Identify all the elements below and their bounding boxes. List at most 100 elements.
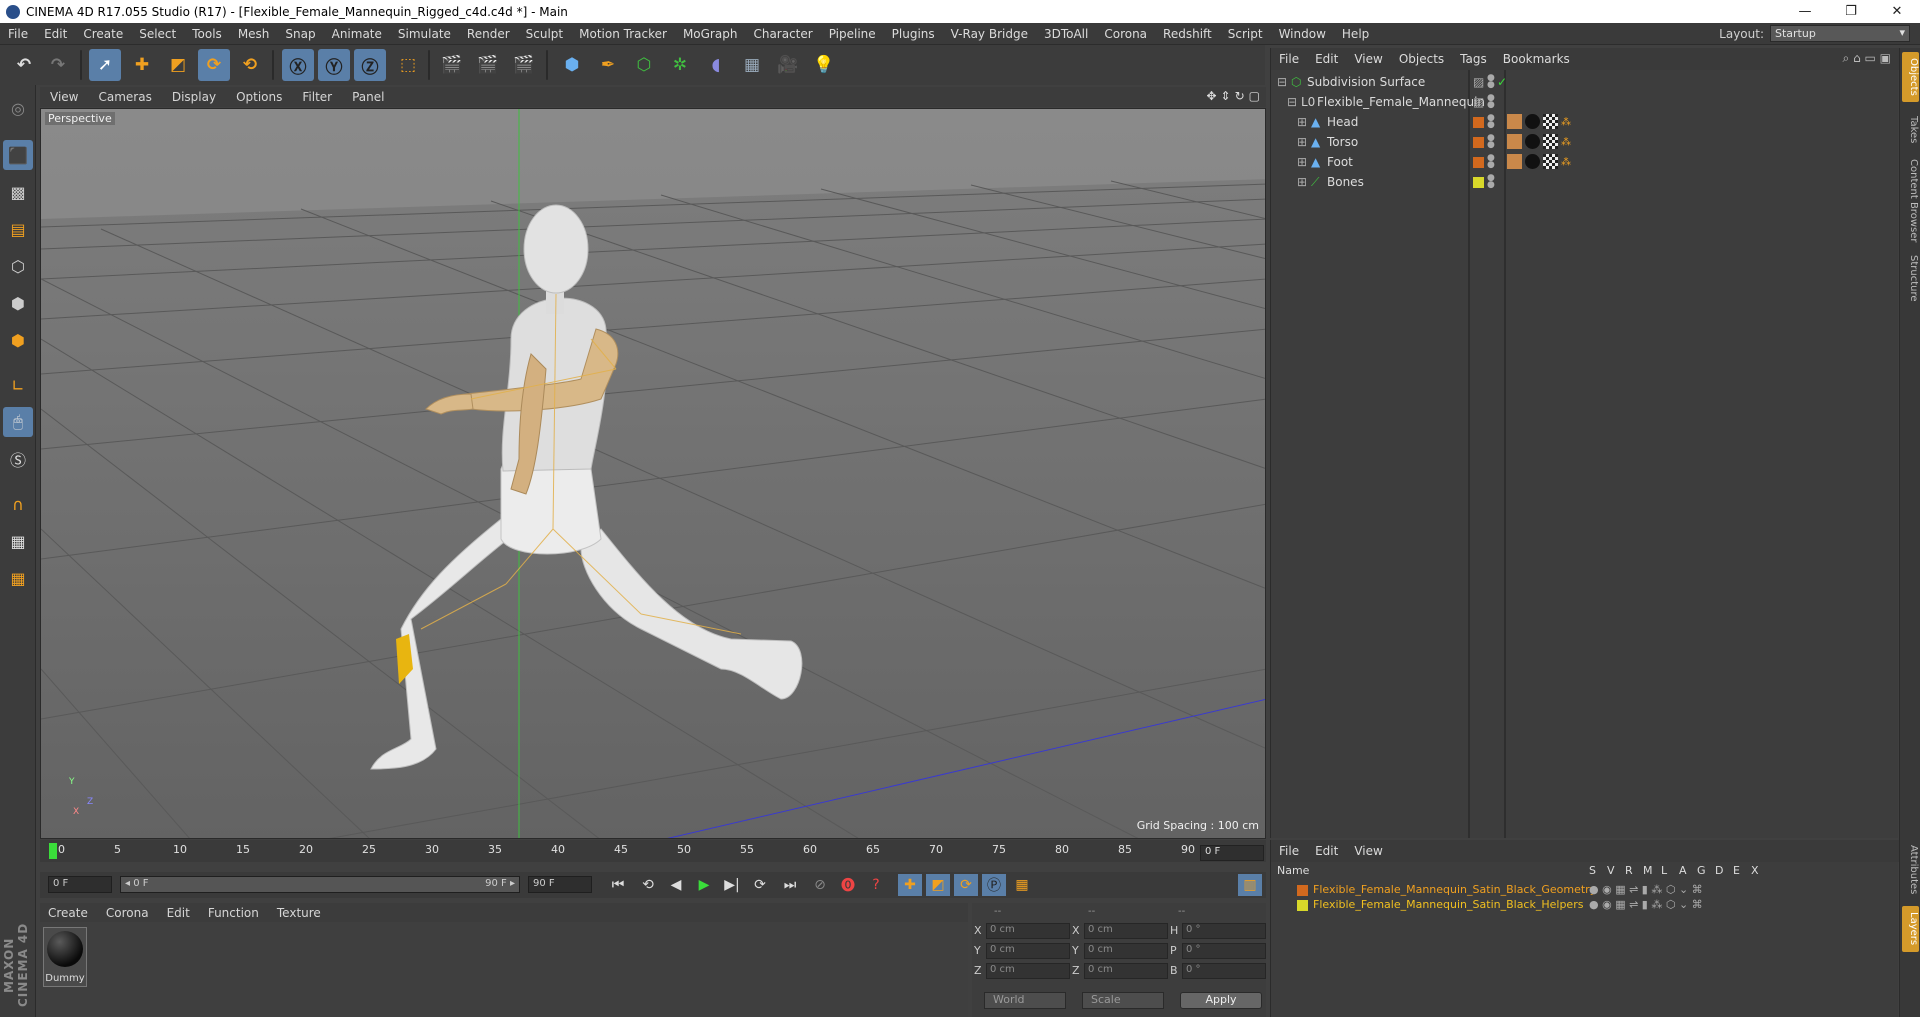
menu-script[interactable]: Script	[1220, 27, 1271, 41]
recent-tools-icon[interactable]: ⟲	[234, 49, 266, 81]
coordinate-system-icon[interactable]: ⬚	[392, 49, 424, 81]
position-key-icon[interactable]: ✚	[898, 874, 922, 896]
render-view-icon[interactable]: 🎬	[436, 49, 468, 81]
move-icon[interactable]: ✚	[126, 49, 158, 81]
start-frame-field[interactable]: 0 F	[48, 876, 112, 893]
parameter-key-icon[interactable]: Ⓟ	[982, 874, 1006, 896]
visibility-dots-icon[interactable]: ● ●	[1487, 94, 1495, 110]
object-row-bones[interactable]: ⊞ ⟋ Bones ● ●	[1271, 172, 1899, 192]
viewport-menu-panel[interactable]: Panel	[342, 90, 394, 104]
coord-rot-b-field[interactable]: 0 °	[1182, 963, 1266, 979]
menu-edit[interactable]: Edit	[36, 27, 75, 41]
tab-layers[interactable]: Layers	[1902, 906, 1919, 952]
objects-menu-view[interactable]: View	[1346, 52, 1390, 66]
objects-menu-edit[interactable]: Edit	[1307, 52, 1346, 66]
quantize-icon[interactable]: ▦	[3, 563, 33, 593]
apply-button[interactable]: Apply	[1180, 992, 1262, 1009]
material-tag-icon[interactable]	[1525, 114, 1540, 129]
autokeying-icon[interactable]: ⓿	[836, 874, 860, 896]
layers-menu-view[interactable]: View	[1346, 844, 1390, 858]
coord-rot-h-field[interactable]: 0 °	[1182, 923, 1266, 939]
next-frame-icon[interactable]: ▶|	[720, 874, 744, 896]
light-icon[interactable]: 💡	[808, 49, 840, 81]
texture-tag-icon[interactable]	[1543, 114, 1558, 129]
timeline-ruler[interactable]: 0 5 10 15 20 25 30 35 40 45 50 55 60 65 …	[40, 840, 1266, 862]
coord-size-z-field[interactable]: 0 cm	[1084, 963, 1168, 979]
viewport-menu-filter[interactable]: Filter	[292, 90, 342, 104]
material-tag-icon[interactable]	[1525, 134, 1540, 149]
layer-name[interactable]: Flexible_Female_Mannequin_Satin_Black_Ge…	[1313, 883, 1596, 896]
restore-button[interactable]: ❐	[1828, 0, 1874, 23]
texture-tag-icon[interactable]	[1543, 134, 1558, 149]
coord-size-x-field[interactable]: 0 cm	[1084, 923, 1168, 939]
edges-mode-icon[interactable]: ⬢	[3, 288, 33, 318]
visibility-dots-icon[interactable]: ● ●	[1487, 114, 1495, 130]
menu-motion-tracker[interactable]: Motion Tracker	[571, 27, 675, 41]
coord-space-dropdown[interactable]: World	[984, 992, 1066, 1009]
menu-file[interactable]: File	[0, 27, 36, 41]
z-axis-lock-icon[interactable]: Ⓩ	[354, 49, 386, 81]
scale-key-icon[interactable]: ◩	[926, 874, 950, 896]
keyframe-selection-icon[interactable]: ?	[864, 874, 888, 896]
material-menu-function[interactable]: Function	[200, 906, 269, 920]
live-selection-icon[interactable]: ➚	[89, 49, 121, 81]
close-button[interactable]: ✕	[1874, 0, 1920, 23]
material-menu-texture[interactable]: Texture	[269, 906, 331, 920]
visibility-dots-icon[interactable]: ● ●	[1487, 134, 1495, 150]
tab-takes[interactable]: Takes	[1902, 108, 1919, 152]
menu-help[interactable]: Help	[1334, 27, 1377, 41]
collapse-icon[interactable]: ⊟	[1277, 75, 1287, 89]
objects-menu-tags[interactable]: Tags	[1452, 52, 1495, 66]
playhead[interactable]	[49, 843, 57, 859]
menu-plugins[interactable]: Plugins	[884, 27, 943, 41]
viewport-menu-cameras[interactable]: Cameras	[88, 90, 161, 104]
weight-tag-icon[interactable]	[1507, 154, 1522, 169]
visibility-dots-icon[interactable]: ● ●	[1487, 154, 1495, 170]
x-axis-lock-icon[interactable]: Ⓧ	[282, 49, 314, 81]
solo-mode-icon[interactable]: Ⓢ	[3, 444, 33, 474]
menu-create[interactable]: Create	[75, 27, 131, 41]
render-picture-viewer-icon[interactable]: 🎬	[472, 49, 504, 81]
tweak-mode-icon[interactable]: 🖱	[3, 407, 33, 437]
play-icon[interactable]: ▶	[692, 874, 716, 896]
enabled-check-icon[interactable]: ✓	[1497, 75, 1507, 89]
next-key-icon[interactable]: ⟳	[748, 874, 772, 896]
object-row-torso[interactable]: ⊞ ▲ Torso ● ● ⁂	[1271, 132, 1899, 152]
objects-menu-objects[interactable]: Objects	[1391, 52, 1452, 66]
points-mode-icon[interactable]: ⬡	[3, 251, 33, 281]
viewport-maximize-icon[interactable]: ▢	[1249, 89, 1260, 103]
layout-dropdown[interactable]: Startup	[1770, 25, 1910, 42]
object-row-subdivision-surface[interactable]: ⊟ ⬡ Subdivision Surface ▨ ● ● ✓	[1271, 72, 1899, 92]
visibility-dots-icon[interactable]: ● ●	[1487, 74, 1495, 90]
redo-icon[interactable]: ↷	[42, 49, 74, 81]
texture-mode-icon[interactable]: ▩	[3, 177, 33, 207]
object-row-head[interactable]: ⊞ ▲ Head ● ● ⁂	[1271, 112, 1899, 132]
menu-render[interactable]: Render	[459, 27, 518, 41]
viewport-menu-display[interactable]: Display	[162, 90, 226, 104]
tab-structure[interactable]: Structure	[1902, 250, 1919, 306]
collapse-icon[interactable]: ⊟	[1287, 95, 1297, 109]
menu-sculpt[interactable]: Sculpt	[518, 27, 571, 41]
subdivision-surface-icon[interactable]: ⬡	[628, 49, 660, 81]
expand-icon[interactable]: ⊞	[1297, 175, 1307, 189]
menu-pipeline[interactable]: Pipeline	[821, 27, 884, 41]
menu-mograph[interactable]: MoGraph	[675, 27, 746, 41]
objects-menu-file[interactable]: File	[1271, 52, 1307, 66]
menu-vray-bridge[interactable]: V-Ray Bridge	[943, 27, 1036, 41]
coord-size-y-field[interactable]: 0 cm	[1084, 943, 1168, 959]
scale-icon[interactable]: ◩	[162, 49, 194, 81]
menu-3dtoall[interactable]: 3DToAll	[1036, 27, 1096, 41]
axis-mode-icon[interactable]: ∟	[3, 370, 33, 400]
expand-icon[interactable]: ⊞	[1297, 155, 1307, 169]
layers-menu-edit[interactable]: Edit	[1307, 844, 1346, 858]
material-menu-corona[interactable]: Corona	[98, 906, 159, 920]
skin-tag-icon[interactable]: ⁂	[1561, 137, 1571, 148]
material-swatch[interactable]: Dummy	[43, 927, 87, 987]
previous-key-icon[interactable]: ⟲	[636, 874, 660, 896]
rotation-key-icon[interactable]: ⟳	[954, 874, 978, 896]
end-frame-field[interactable]: 90 F	[528, 876, 592, 893]
go-to-start-icon[interactable]: ⏮	[606, 874, 630, 896]
object-row-foot[interactable]: ⊞ ▲ Foot ● ● ⁂	[1271, 152, 1899, 172]
menu-simulate[interactable]: Simulate	[390, 27, 459, 41]
objects-search-icon[interactable]: ⌕ ⌂ ▭ ▣	[1843, 51, 1891, 66]
